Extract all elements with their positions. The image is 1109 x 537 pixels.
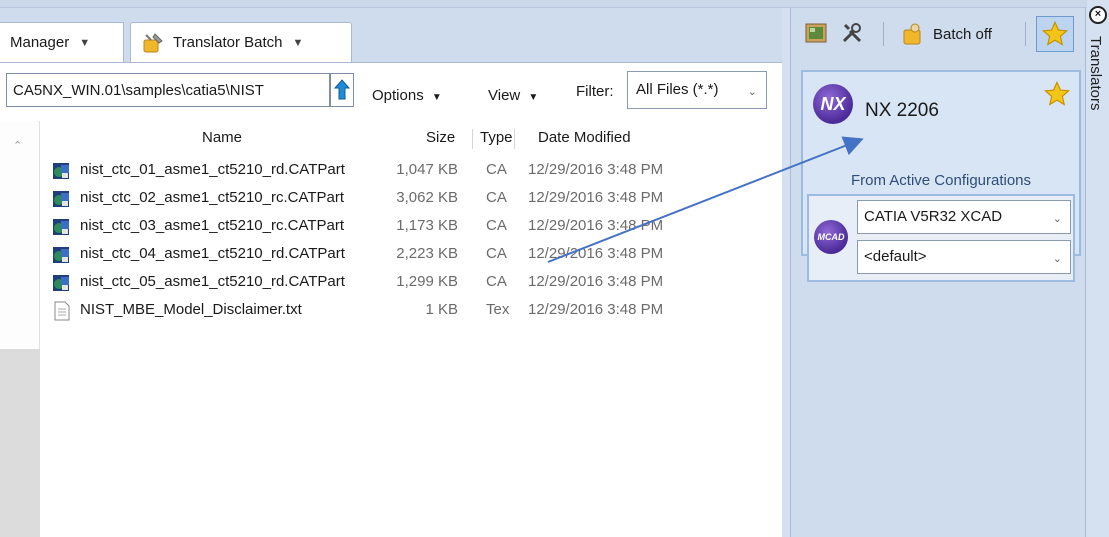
image-viewer-icon[interactable] bbox=[801, 18, 831, 48]
file-date: 12/29/2016 3:48 PM bbox=[528, 273, 664, 290]
column-header-size[interactable]: Size bbox=[426, 129, 455, 146]
file-size: 1,173 KB bbox=[396, 217, 458, 234]
path-input[interactable]: CA5NX_WIN.01\samples\catia5\NIST bbox=[6, 73, 330, 107]
configurations-heading: From Active Configurations bbox=[850, 172, 1032, 189]
toolbar-divider bbox=[883, 22, 884, 46]
configuration-group: MCAD CATIA V5R32 XCAD ⌄ <default> ⌄ bbox=[807, 194, 1075, 282]
translators-toolbar: Batch off bbox=[791, 8, 1087, 60]
column-header-date[interactable]: Date Modified bbox=[538, 129, 631, 146]
file-name: NIST_MBE_Model_Disclaimer.txt bbox=[80, 301, 302, 318]
file-type: CA bbox=[486, 217, 507, 234]
chevron-down-icon: ⌄ bbox=[1052, 213, 1062, 225]
table-row[interactable]: NIST_MBE_Model_Disclaimer.txt 1 KB Tex 1… bbox=[40, 299, 782, 323]
text-file-icon bbox=[52, 301, 72, 321]
batch-icon bbox=[901, 22, 925, 46]
chevron-down-icon: ⌄ bbox=[1052, 253, 1062, 265]
file-date: 12/29/2016 3:48 PM bbox=[528, 161, 664, 178]
table-row[interactable]: nist_ctc_01_asme1_ct5210_rd.CATPart 1,04… bbox=[40, 159, 782, 183]
mcad-logo: MCAD bbox=[814, 220, 848, 254]
caret-down-icon: ▼ bbox=[431, 92, 442, 103]
table-row[interactable]: nist_ctc_05_asme1_ct5210_rd.CATPart 1,29… bbox=[40, 271, 782, 295]
file-name: nist_ctc_02_asme1_ct5210_rc.CATPart bbox=[80, 189, 345, 206]
file-size: 1,047 KB bbox=[396, 161, 458, 178]
filter-label: Filter: bbox=[576, 83, 614, 100]
translator-title: NX 2206 bbox=[865, 100, 939, 121]
table-row[interactable]: nist_ctc_02_asme1_ct5210_rc.CATPart 3,06… bbox=[40, 187, 782, 211]
file-size: 3,062 KB bbox=[396, 189, 458, 206]
file-size: 1 KB bbox=[425, 301, 458, 318]
file-list: Name Size Type Date Modified nist_ctc_01… bbox=[40, 121, 782, 537]
table-row[interactable]: nist_ctc_03_asme1_ct5210_rc.CATPart 1,17… bbox=[40, 215, 782, 239]
top-border bbox=[0, 0, 1109, 8]
favorites-toggle-button[interactable] bbox=[1036, 16, 1074, 52]
catpart-icon bbox=[52, 161, 72, 181]
list-scrollbar[interactable]: ⌃ bbox=[0, 121, 40, 537]
batch-toggle-button[interactable]: Batch off bbox=[901, 20, 992, 48]
close-icon[interactable]: × bbox=[1089, 6, 1107, 24]
translator-batch-icon bbox=[141, 31, 165, 55]
file-type: CA bbox=[486, 245, 507, 262]
batch-label: Batch off bbox=[933, 25, 992, 43]
tab-manager-label: Manager bbox=[10, 34, 70, 51]
scrollbar-thumb[interactable] bbox=[0, 349, 40, 537]
source-config-select[interactable]: CATIA V5R32 XCAD ⌄ bbox=[857, 200, 1071, 234]
toolbar-divider bbox=[1025, 22, 1026, 46]
file-type: Tex bbox=[486, 301, 510, 318]
source-config-value: CATIA V5R32 XCAD bbox=[864, 208, 1003, 225]
target-config-value: <default> bbox=[864, 248, 927, 265]
chevron-down-icon: ⌄ bbox=[747, 86, 757, 98]
scroll-up-icon[interactable]: ⌃ bbox=[13, 139, 22, 152]
up-folder-button[interactable] bbox=[330, 73, 354, 107]
file-type: CA bbox=[486, 189, 507, 206]
tab-translator-label: Translator Batch bbox=[173, 34, 283, 51]
star-icon bbox=[1041, 20, 1069, 46]
translators-panel: Batch off NX NX 2206 From Active Configu… bbox=[790, 8, 1086, 537]
file-size: 1,299 KB bbox=[396, 273, 458, 290]
file-name: nist_ctc_03_asme1_ct5210_rc.CATPart bbox=[80, 217, 345, 234]
target-config-select[interactable]: <default> ⌄ bbox=[857, 240, 1071, 274]
file-date: 12/29/2016 3:48 PM bbox=[528, 301, 664, 318]
nx-logo: NX bbox=[813, 84, 853, 124]
tools-icon[interactable] bbox=[837, 18, 867, 48]
caret-down-icon: ▼ bbox=[528, 92, 539, 103]
nx-logo-text: NX bbox=[820, 93, 846, 114]
column-header-type[interactable]: Type bbox=[480, 129, 513, 146]
column-divider[interactable] bbox=[514, 129, 515, 149]
file-size: 2,223 KB bbox=[396, 245, 458, 262]
options-label: Options bbox=[372, 87, 424, 104]
chevron-down-icon[interactable]: ▼ bbox=[79, 37, 90, 49]
view-menu-button[interactable]: View ▼ bbox=[488, 87, 538, 104]
chevron-down-icon[interactable]: ▼ bbox=[293, 37, 304, 49]
file-name: nist_ctc_05_asme1_ct5210_rd.CATPart bbox=[80, 273, 345, 290]
tab-manager[interactable]: Manager ▼ bbox=[0, 22, 124, 62]
file-type: CA bbox=[486, 161, 507, 178]
file-date: 12/29/2016 3:48 PM bbox=[528, 245, 664, 262]
mcad-logo-text: MCAD bbox=[817, 232, 845, 242]
catpart-icon bbox=[52, 245, 72, 265]
file-name: nist_ctc_01_asme1_ct5210_rd.CATPart bbox=[80, 161, 345, 178]
file-browser-panel: CA5NX_WIN.01\samples\catia5\NIST Options… bbox=[0, 62, 782, 537]
options-menu-button[interactable]: Options ▼ bbox=[372, 87, 442, 104]
translators-side-tab[interactable]: Translators bbox=[1087, 36, 1104, 110]
up-arrow-icon bbox=[334, 79, 350, 100]
file-date: 12/29/2016 3:48 PM bbox=[528, 217, 664, 234]
filter-value: All Files (*.*) bbox=[636, 81, 719, 98]
catpart-icon bbox=[52, 273, 72, 293]
favorite-star-icon[interactable] bbox=[1043, 80, 1071, 112]
catpart-icon bbox=[52, 189, 72, 209]
column-header-name[interactable]: Name bbox=[202, 129, 242, 146]
filter-select[interactable]: All Files (*.*) ⌄ bbox=[627, 71, 767, 109]
catpart-icon bbox=[52, 217, 72, 237]
tab-translator-batch[interactable]: Translator Batch ▼ bbox=[130, 22, 352, 62]
file-date: 12/29/2016 3:48 PM bbox=[528, 189, 664, 206]
file-type: CA bbox=[486, 273, 507, 290]
view-label: View bbox=[488, 87, 521, 104]
table-row[interactable]: nist_ctc_04_asme1_ct5210_rd.CATPart 2,22… bbox=[40, 243, 782, 267]
column-divider[interactable] bbox=[472, 129, 473, 149]
file-name: nist_ctc_04_asme1_ct5210_rd.CATPart bbox=[80, 245, 345, 262]
